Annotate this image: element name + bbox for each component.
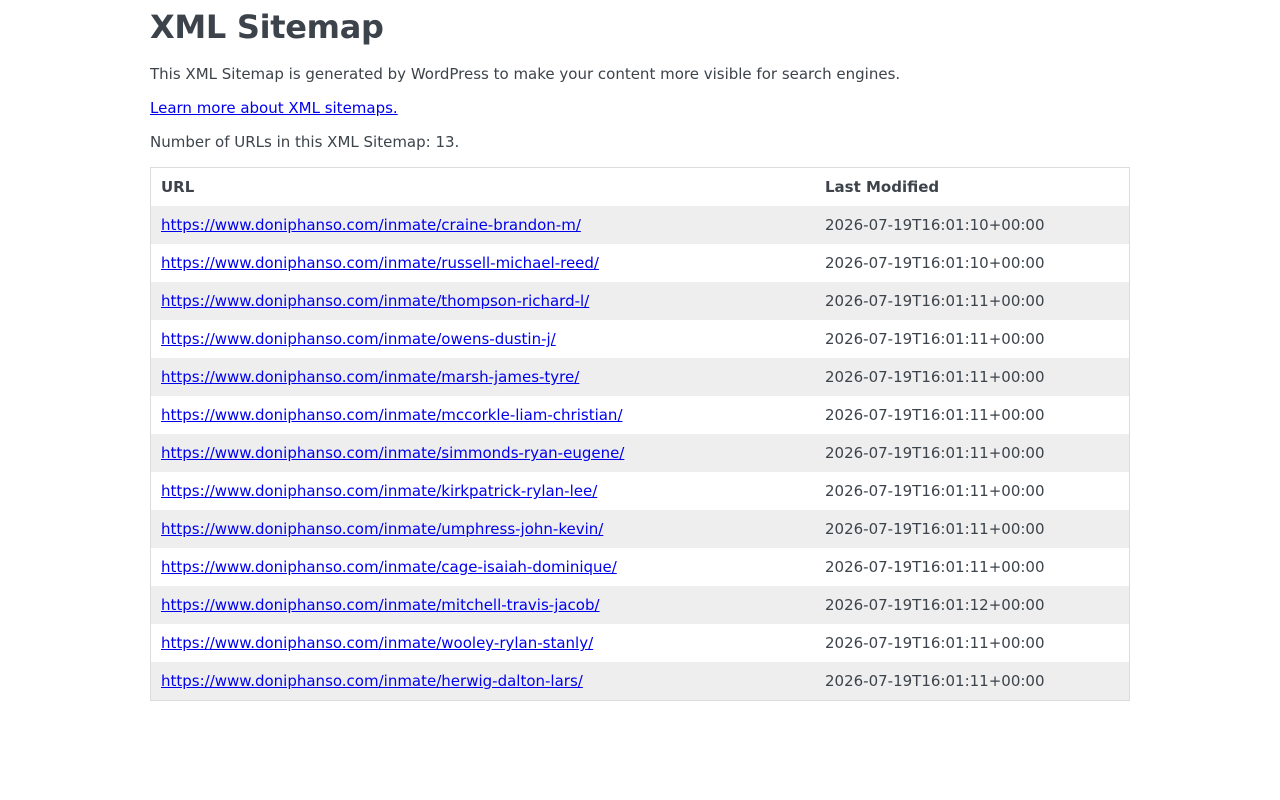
sitemap-table: URL Last Modified https://www.doniphanso… <box>150 167 1130 701</box>
url-link[interactable]: https://www.doniphanso.com/inmate/mitche… <box>161 596 600 614</box>
table-row: https://www.doniphanso.com/inmate/owens-… <box>150 320 1130 358</box>
url-cell: https://www.doniphanso.com/inmate/marsh-… <box>151 358 816 396</box>
table-row: https://www.doniphanso.com/inmate/wooley… <box>150 624 1130 662</box>
table-row: https://www.doniphanso.com/inmate/cage-i… <box>150 548 1130 586</box>
last-modified-cell: 2026-07-19T16:01:11+00:00 <box>825 558 1045 576</box>
url-cell: https://www.doniphanso.com/inmate/mitche… <box>151 586 816 624</box>
last-modified-cell: 2026-07-19T16:01:11+00:00 <box>825 520 1045 538</box>
url-count-text: Number of URLs in this XML Sitemap: 13. <box>150 133 460 151</box>
url-cell: https://www.doniphanso.com/inmate/kirkpa… <box>151 472 816 510</box>
last-modified-cell: 2026-07-19T16:01:11+00:00 <box>825 634 1045 652</box>
url-cell: https://www.doniphanso.com/inmate/owens-… <box>151 320 816 358</box>
page-title: XML Sitemap <box>150 8 384 46</box>
sitemap-description: This XML Sitemap is generated by WordPre… <box>150 65 901 83</box>
url-cell: https://www.doniphanso.com/inmate/craine… <box>151 206 816 244</box>
url-link[interactable]: https://www.doniphanso.com/inmate/mccork… <box>161 406 623 424</box>
last-modified-cell: 2026-07-19T16:01:12+00:00 <box>825 596 1045 614</box>
table-row: https://www.doniphanso.com/inmate/craine… <box>150 206 1130 244</box>
last-modified-cell: 2026-07-19T16:01:11+00:00 <box>825 368 1045 386</box>
url-link[interactable]: https://www.doniphanso.com/inmate/russel… <box>161 254 599 272</box>
last-modified-cell: 2026-07-19T16:01:11+00:00 <box>825 672 1045 690</box>
last-modified-cell: 2026-07-19T16:01:11+00:00 <box>825 330 1045 348</box>
last-modified-cell: 2026-07-19T16:01:10+00:00 <box>825 254 1045 272</box>
table-header: URL Last Modified <box>151 168 1130 207</box>
column-header-last-modified: Last Modified <box>825 178 940 196</box>
url-cell: https://www.doniphanso.com/inmate/thomps… <box>151 282 816 320</box>
url-link[interactable]: https://www.doniphanso.com/inmate/marsh-… <box>161 368 579 386</box>
last-modified-cell: 2026-07-19T16:01:11+00:00 <box>825 292 1045 310</box>
table-row: https://www.doniphanso.com/inmate/mccork… <box>150 396 1130 434</box>
url-cell: https://www.doniphanso.com/inmate/cage-i… <box>151 548 816 586</box>
url-link[interactable]: https://www.doniphanso.com/inmate/kirkpa… <box>161 482 597 500</box>
url-cell: https://www.doniphanso.com/inmate/herwig… <box>151 662 816 701</box>
last-modified-cell: 2026-07-19T16:01:11+00:00 <box>825 444 1045 462</box>
table-header-row: URL Last Modified <box>151 168 1130 207</box>
url-cell: https://www.doniphanso.com/inmate/russel… <box>151 244 816 282</box>
url-link[interactable]: https://www.doniphanso.com/inmate/craine… <box>161 216 581 234</box>
table-row: https://www.doniphanso.com/inmate/kirkpa… <box>150 472 1130 510</box>
sitemap-container: XML Sitemap This XML Sitemap is generate… <box>150 0 1130 701</box>
table-body: https://www.doniphanso.com/inmate/craine… <box>150 206 1130 701</box>
url-cell: https://www.doniphanso.com/inmate/wooley… <box>151 624 816 662</box>
url-link[interactable]: https://www.doniphanso.com/inmate/cage-i… <box>161 558 617 576</box>
table-row: https://www.doniphanso.com/inmate/marsh-… <box>150 358 1130 396</box>
url-cell: https://www.doniphanso.com/inmate/simmon… <box>151 434 816 472</box>
learn-more-paragraph: Learn more about XML sitemaps. <box>150 98 1130 118</box>
url-link[interactable]: https://www.doniphanso.com/inmate/herwig… <box>161 672 583 690</box>
table-row: https://www.doniphanso.com/inmate/umphre… <box>150 510 1130 548</box>
column-header-url: URL <box>161 178 195 196</box>
table-row: https://www.doniphanso.com/inmate/mitche… <box>150 586 1130 624</box>
url-link[interactable]: https://www.doniphanso.com/inmate/owens-… <box>161 330 556 348</box>
table-row: https://www.doniphanso.com/inmate/simmon… <box>150 434 1130 472</box>
url-link[interactable]: https://www.doniphanso.com/inmate/simmon… <box>161 444 624 462</box>
learn-more-link[interactable]: Learn more about XML sitemaps. <box>150 99 398 117</box>
table-row: https://www.doniphanso.com/inmate/herwig… <box>150 662 1130 701</box>
last-modified-cell: 2026-07-19T16:01:10+00:00 <box>825 216 1045 234</box>
url-link[interactable]: https://www.doniphanso.com/inmate/wooley… <box>161 634 593 652</box>
url-link[interactable]: https://www.doniphanso.com/inmate/umphre… <box>161 520 603 538</box>
last-modified-cell: 2026-07-19T16:01:11+00:00 <box>825 482 1045 500</box>
url-cell: https://www.doniphanso.com/inmate/mccork… <box>151 396 816 434</box>
table-row: https://www.doniphanso.com/inmate/thomps… <box>150 282 1130 320</box>
url-link[interactable]: https://www.doniphanso.com/inmate/thomps… <box>161 292 589 310</box>
url-cell: https://www.doniphanso.com/inmate/umphre… <box>151 510 816 548</box>
last-modified-cell: 2026-07-19T16:01:11+00:00 <box>825 406 1045 424</box>
table-row: https://www.doniphanso.com/inmate/russel… <box>150 244 1130 282</box>
